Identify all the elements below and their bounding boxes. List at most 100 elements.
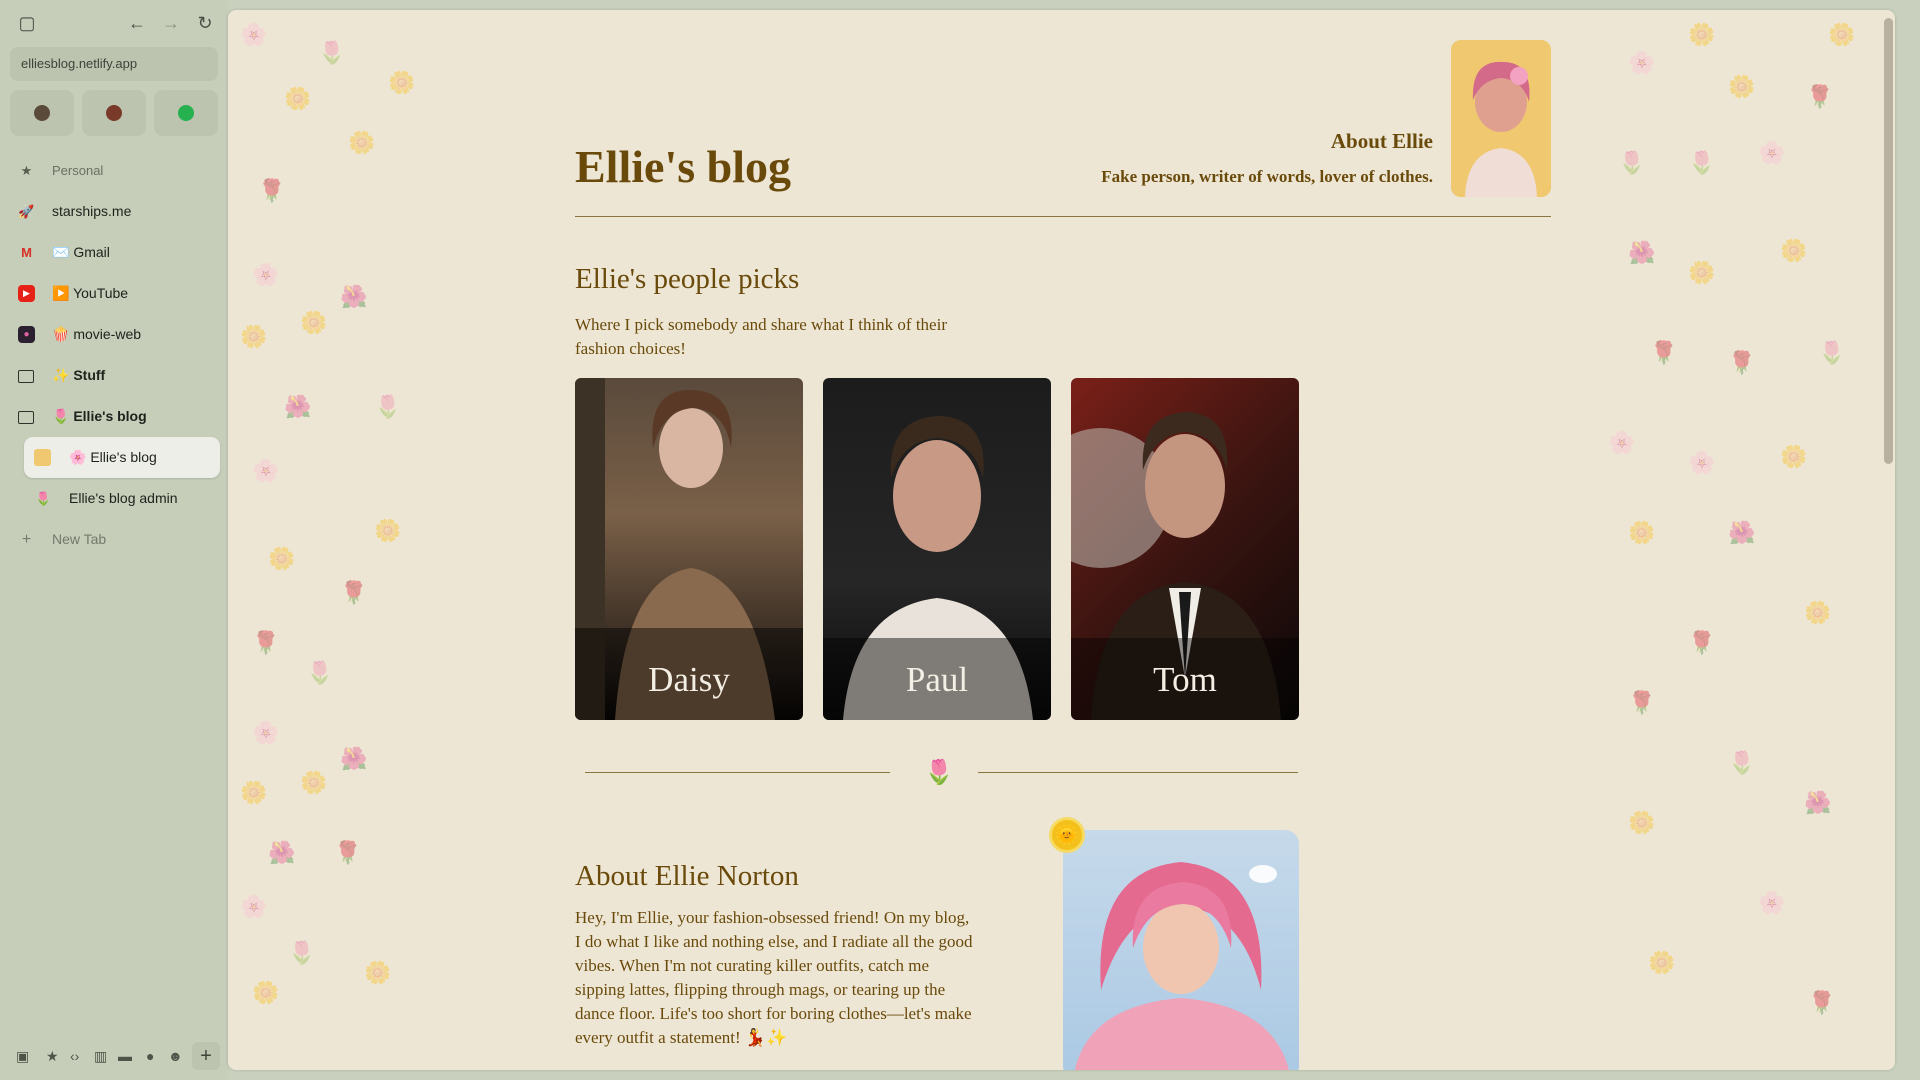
forward-arrow-icon[interactable]: → [158,10,184,36]
flower-pattern-icon: 🌹 [1808,990,1836,1015]
sidebar-bottom-bar: ▣ ★ ‹› ▥ ▬ ● ☻ + [10,1042,220,1070]
ellie-avatar-favicon-icon [34,449,51,466]
flower-pattern-icon: 🌹 [1728,350,1756,375]
section-divider-right [978,772,1298,773]
flower-pattern-icon: 🌸 [1758,890,1786,915]
card-icon[interactable]: ▬ [118,1048,132,1064]
flower-pattern-icon: 🌼 [300,770,328,795]
flower-pattern-icon: 🌹 [252,630,280,655]
flower-pattern-icon: 🌼 [1828,22,1856,47]
smiley-icon[interactable]: ☻ [168,1048,183,1064]
flower-pattern-icon: 🌷 [306,660,334,685]
favorite-tile-2[interactable] [82,90,146,136]
sidebar-item-starships[interactable]: 🚀 starships.me [10,191,220,232]
new-tab-label: New Tab [52,531,107,547]
pick-card-daisy[interactable]: Daisy [575,378,803,720]
flower-pattern-icon: 🌹 [340,580,368,605]
sidebar-toggle-icon[interactable]: ▢ [14,10,40,36]
flower-pattern-icon: 🌼 [240,324,268,349]
back-arrow-icon[interactable]: ← [124,10,150,36]
whatsapp-icon [178,105,194,121]
flower-pattern-icon: 🌸 [1758,140,1786,165]
add-space-button[interactable]: + [192,1042,220,1070]
reload-icon[interactable]: ↻ [192,10,218,36]
favorite-tile-1[interactable] [10,90,74,136]
browser-sidebar: ▢ ← → ↻ elliesblog.netlify.app ★ Persona… [0,0,228,1080]
sidebar-item-label: 🌷 Ellie's blog [52,408,147,424]
flower-pattern-icon: 🌼 [284,86,312,111]
favorites-row [10,90,218,136]
flower-pattern-icon: 🌷 [288,940,316,965]
flower-pattern-icon: 🌸 [1608,430,1636,455]
header-divider [575,216,1551,217]
flower-pattern-icon: 🌸 [240,22,268,47]
open-folder-icon [18,411,34,424]
flower-pattern-icon: 🌸 [252,458,280,483]
flower-pattern-icon: 🌼 [1804,600,1832,625]
page-scrollbar[interactable] [1884,18,1893,464]
star-icon: ★ [20,163,33,178]
flower-pattern-icon: 🌼 [240,780,268,805]
movie-web-icon: ● [18,326,35,343]
sidebar-folder-ellies-blog[interactable]: 🌷 Ellie's blog [10,396,220,437]
favorite-2-icon [106,105,122,121]
flower-pattern-icon: 🌼 [1780,238,1808,263]
code-icon[interactable]: ‹› [70,1048,79,1064]
blog-content: Ellie's blog About Ellie Fake person, wr… [575,10,1551,1070]
flower-pattern-icon: 🌺 [268,840,296,865]
flower-pattern-icon: 🌺 [340,284,368,309]
archive-icon[interactable]: ▣ [16,1048,29,1065]
sidebar-tab-ellies-blog-admin[interactable]: 🌷 Ellie's blog admin [10,478,220,519]
sidebar-section-label: Personal [52,163,104,178]
flower-pattern-icon: 🌸 [240,894,268,919]
about-section-heading: About Ellie Norton [575,860,799,892]
sidebar-item-label: Ellie's blog admin [69,490,178,506]
pick-card-tom[interactable]: Tom [1071,378,1299,720]
flower-pattern-icon: 🌸 [252,720,280,745]
folder-icon [18,370,34,383]
flower-pattern-icon: 🌷 [1818,340,1846,365]
sidebar-item-label: ▶️ YouTube [52,285,129,301]
about-tagline: Fake person, writer of words, lover of c… [1101,167,1433,186]
youtube-icon: ▶ [18,285,35,302]
blog-title[interactable]: Ellie's blog [575,140,791,193]
flower-pattern-icon: 🌼 [388,70,416,95]
flower-pattern-icon: 🌼 [1628,520,1656,545]
sidebar-item-gmail[interactable]: M ✉️ Gmail [10,232,220,273]
about-ellie-link[interactable]: About Ellie [1331,129,1433,154]
pick-card-name: Daisy [648,660,730,699]
avatar-illustration [1451,40,1551,197]
picks-heading: Ellie's people picks [575,263,800,295]
sidebar-item-movie-web[interactable]: ● 🍿 movie-web [10,314,220,355]
star-icon[interactable]: ★ [46,1048,59,1065]
flower-pattern-icon: 🌼 [1648,950,1676,975]
pick-card-name: Paul [905,660,969,699]
flower-pattern-icon: 🌷 [1688,150,1716,175]
flower-pattern-icon: 🌼 [1688,260,1716,285]
flower-pattern-icon: 🌼 [1780,444,1808,469]
flower-pattern-icon: 🌹 [1806,84,1834,109]
ellie-avatar-image[interactable] [1451,40,1551,197]
sidebar-section-personal[interactable]: ★ Personal [10,150,220,191]
favorite-tile-whatsapp[interactable] [154,90,218,136]
book-icon[interactable]: ▥ [94,1048,107,1065]
pick-card-paul[interactable]: Paul [823,378,1051,720]
flower-pattern-icon: 🌹 [258,178,286,203]
sidebar-folder-stuff[interactable]: ✨ Stuff [10,355,220,396]
flower-pattern-icon: 🌺 [1804,790,1832,815]
rocket-icon: 🚀 [18,204,35,219]
new-tab-button[interactable]: + New Tab [10,519,220,560]
flower-pattern-icon: 🌸 [1628,50,1656,75]
tulip-icon: 🌷 [35,491,52,506]
flower-pattern-icon: 🌼 [300,310,328,335]
sidebar-item-label: 🍿 movie-web [52,326,142,342]
sidebar-item-label: ✉️ Gmail [52,244,110,260]
tulip-icon: 🌷 [924,760,954,786]
ellie-portrait-image [1063,830,1299,1070]
sidebar-item-youtube[interactable]: ▶ ▶️ YouTube [10,273,220,314]
dot-icon[interactable]: ● [146,1048,154,1064]
flower-pattern-icon: 🌷 [1618,150,1646,175]
plus-icon: + [21,531,32,548]
url-bar[interactable]: elliesblog.netlify.app [10,47,218,81]
sidebar-tab-ellies-blog-active[interactable]: 🌸 Ellie's blog [24,437,220,478]
